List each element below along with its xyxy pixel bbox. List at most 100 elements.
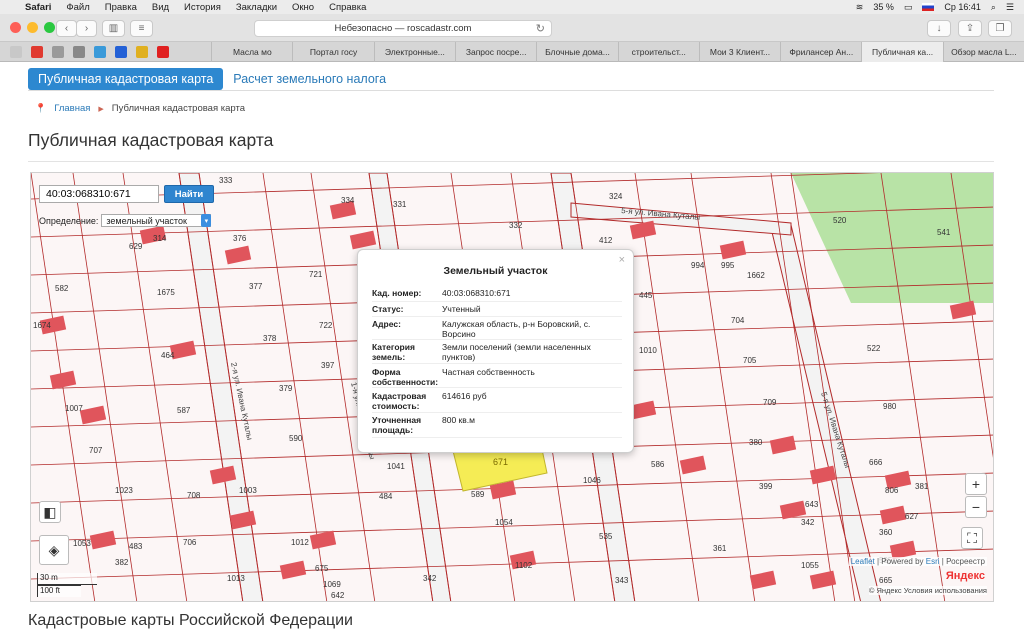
row-label: Уточненная площадь: — [372, 415, 422, 435]
breadcrumb: 📍 Главная ▶ Публичная кадастровая карта — [35, 103, 245, 114]
fullscreen-button[interactable]: ⛶ — [961, 527, 983, 549]
find-button[interactable]: Найти — [164, 185, 214, 203]
lot-number-label: 483 — [129, 542, 143, 551]
lot-number-label: 376 — [233, 234, 247, 243]
esri-link[interactable]: Esri — [926, 557, 940, 566]
plus-icon[interactable] — [10, 46, 22, 58]
minimize-window-button[interactable] — [27, 22, 38, 33]
row-label: Категория земель: — [372, 342, 415, 362]
page-title: Публичная кадастровая карта — [28, 130, 274, 150]
reader-icon: ≡ — [138, 23, 145, 34]
zoom-out-button[interactable]: − — [965, 496, 987, 518]
lot-number-label: 378 — [263, 334, 277, 343]
close-window-button[interactable] — [10, 22, 21, 33]
menu-edit[interactable]: Правка — [105, 2, 137, 13]
browser-tab[interactable]: Обзор масла L... — [942, 42, 1024, 62]
popup-row-ownership: Форма собственности: Частная собственност… — [372, 364, 622, 388]
scale-feet: 100 ft — [37, 585, 81, 597]
layers-button[interactable]: ◈ — [39, 535, 69, 565]
row-label: Форма собственности: — [372, 367, 439, 387]
lot-number-label: 590 — [289, 434, 303, 443]
lot-number-label: 412 — [599, 236, 613, 245]
lot-number-label: 333 — [219, 176, 233, 185]
browser-tab[interactable]: Запрос посре... — [455, 42, 536, 62]
share-button[interactable]: ⇪ — [958, 20, 982, 37]
address-bar[interactable]: Небезопасно — roscadastr.com ↻ — [254, 20, 552, 37]
lot-number-label: 324 — [609, 192, 623, 201]
lot-number-label: 708 — [187, 491, 201, 500]
menu-help[interactable]: Справка — [329, 2, 366, 13]
zoom-in-button[interactable]: + — [965, 473, 987, 495]
browser-tab-active[interactable]: Публичная ка... — [861, 42, 943, 62]
tab-land-tax[interactable]: Расчет земельного налога — [223, 68, 396, 90]
downloads-button[interactable]: ↓ — [927, 20, 951, 37]
globe-favicon-icon[interactable] — [52, 46, 64, 58]
map-copyright[interactable]: © Яндекс Условия использования — [868, 586, 987, 595]
lot-number-label: 1013 — [227, 574, 245, 583]
lot-number-label: 1675 — [157, 288, 175, 297]
lot-number-label: 397 — [321, 361, 335, 370]
star-favicon-icon[interactable] — [136, 46, 148, 58]
menu-file[interactable]: Файл — [66, 2, 89, 13]
forward-button[interactable]: › — [76, 20, 97, 37]
lot-number-label: 586 — [651, 460, 665, 469]
tab-bar: Масла мо Портал госу Электронные... Запр… — [0, 42, 1024, 62]
lot-number-label: 1023 — [115, 486, 133, 495]
browser-tab[interactable]: Блочные дома... — [536, 42, 617, 62]
youtube-favicon-icon[interactable] — [157, 46, 169, 58]
lot-number-label: 377 — [249, 282, 263, 291]
lot-number-label: 587 — [177, 406, 191, 415]
row-label: Адрес: — [372, 319, 401, 329]
menu-window[interactable]: Окно — [292, 2, 314, 13]
sidebar-button[interactable]: ▥ — [102, 20, 125, 37]
back-button[interactable]: ‹ — [56, 20, 77, 37]
menu-app[interactable]: Safari — [25, 2, 51, 13]
cadastral-number-input[interactable] — [39, 185, 159, 203]
reader-button[interactable]: ≡ — [130, 20, 153, 37]
reload-icon[interactable]: ↻ — [536, 22, 545, 35]
drop-favicon-icon[interactable] — [94, 46, 106, 58]
lot-number-label: 1662 — [747, 271, 765, 280]
wifi-icon[interactable]: ≋ — [856, 2, 864, 13]
menu-history[interactable]: История — [184, 2, 221, 13]
lot-number-label: 381 — [915, 482, 929, 491]
tab-cadastral-map[interactable]: Публичная кадастровая карта — [28, 68, 224, 90]
clock-text[interactable]: Ср 16:41 — [944, 2, 981, 12]
object-type-select[interactable]: земельный участок ▾ — [101, 214, 212, 227]
lot-number-label: 1010 — [639, 346, 657, 355]
battery-text[interactable]: 35 % — [873, 2, 894, 12]
lot-number-label: 535 — [599, 532, 613, 541]
lot-number-label: 721 — [309, 270, 323, 279]
tabs-overview-button[interactable]: ❐ — [988, 20, 1012, 37]
row-value[interactable]: 40:03:068310:671 — [442, 288, 622, 301]
lot-number-label: 1046 — [583, 476, 601, 485]
browser-tab[interactable]: Масла мо — [211, 42, 292, 62]
yandex-logo[interactable]: Яндекс — [946, 570, 985, 582]
menu-view[interactable]: Вид — [152, 2, 169, 13]
a-favicon-icon[interactable] — [115, 46, 127, 58]
menu-bookmarks[interactable]: Закладки — [236, 2, 277, 13]
rosreestr-text: Росреестр — [946, 557, 985, 566]
cadastral-map[interactable]: 671 333 334 331 332 324 520 541 376 629 314 377 721 4… — [30, 172, 994, 602]
browser-tab[interactable]: строительст... — [617, 42, 699, 62]
measure-button[interactable]: ◧ — [39, 501, 61, 523]
lot-number-label: 675 — [315, 564, 329, 573]
browser-tab[interactable]: Мои 3 Клиент... — [698, 42, 780, 62]
breadcrumb-home-link[interactable]: Главная — [54, 103, 90, 114]
mail-favicon-icon[interactable] — [31, 46, 43, 58]
lot-number-label: 1674 — [33, 321, 51, 330]
gear-favicon-icon[interactable] — [73, 46, 85, 58]
flag-icon[interactable] — [922, 3, 935, 11]
browser-tab[interactable]: Портал госу — [292, 42, 373, 62]
menu-list-icon[interactable]: ☰ — [1006, 2, 1014, 13]
browser-tab[interactable]: Фрилансер Ан... — [780, 42, 861, 62]
browser-tab[interactable]: Электронные... — [373, 42, 455, 62]
lot-number-label: 1069 — [323, 580, 341, 589]
search-icon[interactable]: ⌕ — [991, 2, 996, 13]
row-value: Калужская область, р-н Боровский, с. Вор… — [442, 319, 591, 339]
breadcrumb-current: Публичная кадастровая карта — [111, 103, 245, 114]
zoom-window-button[interactable] — [44, 22, 55, 33]
row-label: Статус: — [372, 304, 404, 314]
leaflet-link[interactable]: Leaflet — [851, 557, 875, 566]
lot-number-label: 382 — [115, 558, 129, 567]
